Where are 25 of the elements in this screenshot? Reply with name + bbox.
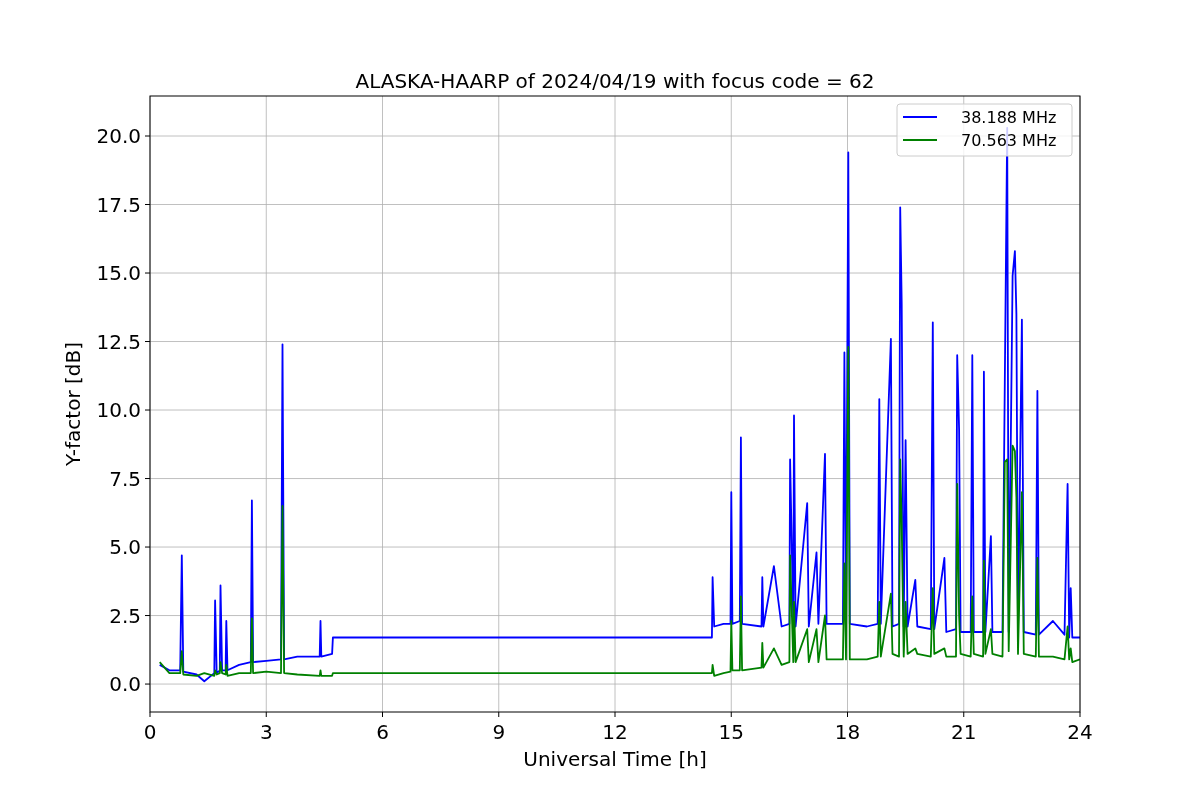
y-tick-label: 10.0 bbox=[96, 398, 141, 423]
x-tick-label: 21 bbox=[951, 720, 977, 744]
y-tick-label: 7.5 bbox=[109, 466, 141, 491]
legend-line-icon bbox=[902, 116, 938, 118]
x-tick-label: 0 bbox=[143, 720, 157, 744]
x-tick-label: 9 bbox=[492, 720, 506, 744]
legend-label: 70.563 MHz bbox=[961, 131, 1057, 150]
y-axis-label: Y-factor [dB] bbox=[61, 342, 85, 466]
y-tick-label: 17.5 bbox=[96, 192, 141, 217]
x-tick-label: 12 bbox=[602, 720, 628, 744]
x-tick-label: 24 bbox=[1067, 720, 1093, 744]
y-tick-label: 20.0 bbox=[96, 124, 141, 148]
chart-title: ALASKA-HAARP of 2024/04/19 with focus code = 62 bbox=[355, 69, 875, 93]
y-tick-label: 2.5 bbox=[109, 603, 141, 628]
x-tick-label: 18 bbox=[834, 720, 861, 744]
y-tick-label: 12.5 bbox=[96, 329, 141, 354]
legend-label: 38.188 MHz bbox=[961, 108, 1057, 127]
x-tick-label: 6 bbox=[376, 720, 389, 744]
x-axis-label: Universal Time [h] bbox=[523, 747, 707, 771]
x-tick-label: 15 bbox=[718, 720, 744, 744]
x-tick-label: 3 bbox=[259, 720, 273, 744]
y-tick-label: 0.0 bbox=[109, 672, 141, 697]
y-tick-label: 15.0 bbox=[96, 261, 141, 285]
y-tick-label: 5.0 bbox=[109, 535, 141, 560]
legend-line-icon bbox=[902, 139, 938, 141]
